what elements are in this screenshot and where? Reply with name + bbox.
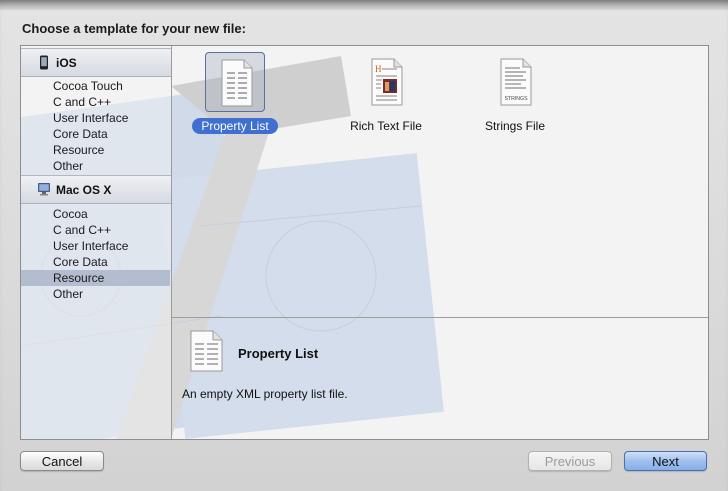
- property-list-file-icon: [221, 59, 253, 107]
- next-button[interactable]: Next: [624, 451, 707, 471]
- sheet-heading: Choose a template for your new file:: [22, 21, 246, 36]
- mac-icon: [38, 183, 50, 196]
- svg-text:H: H: [375, 64, 382, 74]
- sidebar-group-label: Mac OS X: [56, 183, 112, 197]
- sidebar-item-core-data[interactable]: Core Data: [21, 126, 170, 142]
- details-description: An empty XML property list file.: [182, 387, 348, 401]
- template-grid: Property List H Rich Text File STRINGS S…: [172, 46, 708, 317]
- sidebar-group-label: iOS: [56, 56, 77, 70]
- sidebar-item-user-interface[interactable]: User Interface: [21, 238, 170, 254]
- details-title: Property List: [238, 346, 319, 361]
- sidebar-item-other[interactable]: Other: [21, 158, 170, 174]
- template-details: Property List An empty XML property list…: [172, 318, 708, 439]
- sidebar-item-cocoa[interactable]: Cocoa: [21, 206, 170, 222]
- sidebar-item-core-data[interactable]: Core Data: [21, 254, 170, 270]
- template-label: Rich Text File: [350, 119, 422, 133]
- sidebar-item-c-and-cpp[interactable]: C and C++: [21, 222, 170, 238]
- sidebar-item-other[interactable]: Other: [21, 286, 170, 302]
- iphone-icon: [40, 55, 48, 70]
- sidebar-item-resource[interactable]: Resource: [21, 142, 170, 158]
- template-property-list[interactable]: Property List: [175, 52, 295, 142]
- template-rich-text-file[interactable]: H Rich Text File: [326, 52, 446, 142]
- sidebar-item-cocoa-touch[interactable]: Cocoa Touch: [21, 78, 170, 94]
- sidebar-item-resource-selected[interactable]: Resource: [21, 270, 170, 286]
- new-file-sheet: Choose a template for your new file: iOS: [0, 0, 728, 491]
- template-thumb: H: [356, 52, 416, 112]
- template-label: Property List: [175, 118, 295, 134]
- sidebar-item-user-interface[interactable]: User Interface: [21, 110, 170, 126]
- previous-button[interactable]: Previous: [528, 451, 612, 471]
- sidebar-group-ios[interactable]: iOS: [21, 48, 171, 77]
- sidebar-item-c-and-cpp[interactable]: C and C++: [21, 94, 170, 110]
- template-label: Strings File: [484, 119, 546, 133]
- template-thumb: [205, 52, 265, 112]
- window-edge: [0, 0, 728, 10]
- template-thumb: STRINGS: [485, 52, 545, 112]
- property-list-file-icon: [190, 330, 223, 372]
- cancel-button[interactable]: Cancel: [20, 451, 104, 471]
- template-panel: iOS Cocoa Touch C and C++ User Interface…: [20, 45, 709, 440]
- rich-text-file-icon: H: [371, 58, 403, 106]
- template-label-text: Property List: [192, 118, 278, 134]
- sidebar-group-mac-os-x[interactable]: Mac OS X: [21, 175, 171, 204]
- strings-file-icon: STRINGS: [500, 58, 532, 106]
- template-category-sidebar: iOS Cocoa Touch C and C++ User Interface…: [21, 46, 172, 439]
- strings-badge: STRINGS: [504, 96, 528, 102]
- template-strings-file[interactable]: STRINGS Strings File: [455, 52, 575, 142]
